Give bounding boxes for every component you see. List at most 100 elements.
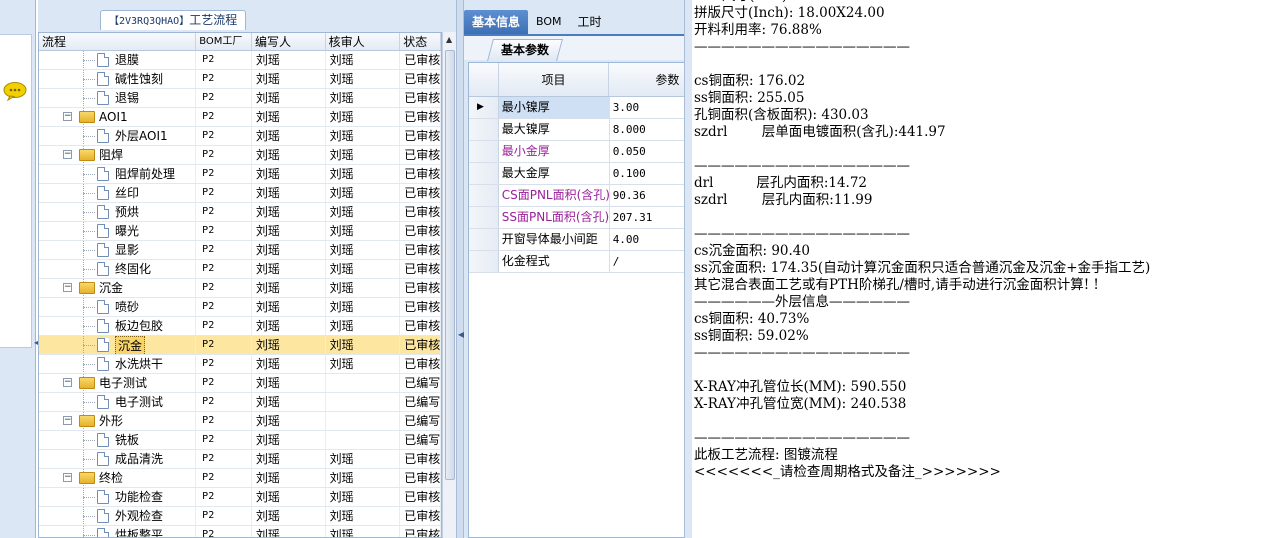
tree-node[interactable]: 预烘 xyxy=(39,203,197,221)
param-row[interactable]: 最大金厚 0.100 xyxy=(469,163,685,185)
param-value[interactable]: 207.31 xyxy=(610,207,685,228)
chat-bubble-icon[interactable] xyxy=(2,81,28,101)
tree-row[interactable]: 外层AOI1 P2 刘瑶 刘瑶 已审核 xyxy=(39,127,441,146)
tree-row[interactable]: 碱性蚀刻 P2 刘瑶 刘瑶 已审核 xyxy=(39,70,441,89)
process-flow-tab[interactable]: 【2V3RQ3QHAO】工艺流程 xyxy=(100,10,247,30)
tree-row[interactable]: − 电子测试 P2 刘瑶 已编写 xyxy=(39,374,441,393)
collapse-toggle-icon[interactable]: − xyxy=(63,112,72,121)
col-header-bom[interactable]: BOM工厂 xyxy=(196,33,252,50)
tree-row[interactable]: 沉金 P2 刘瑶 刘瑶 已审核 xyxy=(39,336,441,355)
row-header[interactable] xyxy=(469,229,499,250)
param-value[interactable]: / xyxy=(610,251,685,272)
tree-row[interactable]: 水洗烘干 P2 刘瑶 刘瑶 已审核 xyxy=(39,355,441,374)
tree-node[interactable]: 电子测试 xyxy=(39,393,197,411)
tree-row[interactable]: 预烘 P2 刘瑶 刘瑶 已审核 xyxy=(39,203,441,222)
tree-node[interactable]: 沉金 xyxy=(39,336,197,354)
tree-node[interactable]: 丝印 xyxy=(39,184,197,202)
tree-node[interactable]: − 阻焊 xyxy=(39,146,197,164)
param-value[interactable]: 8.000 xyxy=(610,119,685,140)
param-row[interactable]: CS面PNL面积(含孔) 90.36 xyxy=(469,185,685,207)
tree-scrollbar[interactable]: ▲ xyxy=(442,32,456,538)
col-header-value[interactable]: 参数 xyxy=(609,63,685,96)
param-row[interactable]: 开窗导体最小间距 4.00 xyxy=(469,229,685,251)
tree-node[interactable]: − 外形 xyxy=(39,412,197,430)
tree-row[interactable]: − 阻焊 P2 刘瑶 刘瑶 已审核 xyxy=(39,146,441,165)
tree-row[interactable]: 烘板整平 P2 刘瑶 刘瑶 已审核 xyxy=(39,526,441,537)
tree-row[interactable]: 电子测试 P2 刘瑶 已编写 xyxy=(39,393,441,412)
tree-node[interactable]: 喷砂 xyxy=(39,298,197,316)
param-value[interactable]: 0.100 xyxy=(610,163,685,184)
tab-bom[interactable]: BOM xyxy=(528,10,570,34)
row-header[interactable] xyxy=(469,163,499,184)
scroll-up-icon[interactable]: ▲ xyxy=(446,35,452,44)
row-header[interactable] xyxy=(469,119,499,140)
tree-row[interactable]: − 终检 P2 刘瑶 刘瑶 已审核 xyxy=(39,469,441,488)
tree-node[interactable]: 功能检查 xyxy=(39,488,197,506)
tree-node[interactable]: 烘板整平 xyxy=(39,526,197,537)
tree-row[interactable]: 曝光 P2 刘瑶 刘瑶 已审核 xyxy=(39,222,441,241)
tree-row[interactable]: − 外形 P2 刘瑶 已编写 xyxy=(39,412,441,431)
row-header[interactable]: ▶ xyxy=(469,97,499,118)
info-splitter[interactable] xyxy=(684,0,692,538)
tree-node[interactable]: − AOI1 xyxy=(39,108,197,126)
tree-row[interactable]: 阻焊前处理 P2 刘瑶 刘瑶 已审核 xyxy=(39,165,441,184)
param-row[interactable]: SS面PNL面积(含孔) 207.31 xyxy=(469,207,685,229)
param-row[interactable]: 化金程式 / xyxy=(469,251,685,273)
tree-node[interactable]: 碱性蚀刻 xyxy=(39,70,197,88)
tab-basic-params[interactable]: 基本参数 xyxy=(487,39,563,61)
tree-node[interactable]: 外观检查 xyxy=(39,507,197,525)
tree-node[interactable]: 成品清洗 xyxy=(39,450,197,468)
param-row[interactable]: 最小金厚 0.050 xyxy=(469,141,685,163)
tree-row[interactable]: 成品清洗 P2 刘瑶 刘瑶 已审核 xyxy=(39,450,441,469)
tree-row[interactable]: 功能检查 P2 刘瑶 刘瑶 已审核 xyxy=(39,488,441,507)
param-row[interactable]: 最大镍厚 8.000 xyxy=(469,119,685,141)
tree-node[interactable]: 显影 xyxy=(39,241,197,259)
collapse-toggle-icon[interactable]: − xyxy=(63,378,72,387)
tree-node[interactable]: 板边包胶 xyxy=(39,317,197,335)
tree-row[interactable]: − AOI1 P2 刘瑶 刘瑶 已审核 xyxy=(39,108,441,127)
param-row[interactable]: ▶ 最小镍厚 3.00 xyxy=(469,97,685,119)
tree-row[interactable]: 丝印 P2 刘瑶 刘瑶 已审核 xyxy=(39,184,441,203)
collapse-toggle-icon[interactable]: − xyxy=(63,150,72,159)
tree-row[interactable]: 铣板 P2 刘瑶 已编写 xyxy=(39,431,441,450)
tree-row[interactable]: 板边包胶 P2 刘瑶 刘瑶 已审核 xyxy=(39,317,441,336)
collapse-toggle-icon[interactable]: − xyxy=(63,283,72,292)
tree-row[interactable]: 退膜 P2 刘瑶 刘瑶 已审核 xyxy=(39,51,441,70)
tree-node[interactable]: 阻焊前处理 xyxy=(39,165,197,183)
param-value[interactable]: 90.36 xyxy=(610,185,685,206)
tree-row[interactable]: 终固化 P2 刘瑶 刘瑶 已审核 xyxy=(39,260,441,279)
scroll-thumb[interactable] xyxy=(445,50,455,480)
col-header-flow[interactable]: 流程 xyxy=(39,33,197,50)
collapse-toggle-icon[interactable]: − xyxy=(63,416,72,425)
tree-row[interactable]: 外观检查 P2 刘瑶 刘瑶 已审核 xyxy=(39,507,441,526)
tree-node[interactable]: 曝光 xyxy=(39,222,197,240)
row-header[interactable] xyxy=(469,185,499,206)
tree-node[interactable]: 水洗烘干 xyxy=(39,355,197,373)
tree-node[interactable]: 终固化 xyxy=(39,260,197,278)
tree-node[interactable]: 铣板 xyxy=(39,431,197,449)
tree-node[interactable]: − 电子测试 xyxy=(39,374,197,392)
tree-row[interactable]: 退锡 P2 刘瑶 刘瑶 已审核 xyxy=(39,89,441,108)
tree-node[interactable]: − 终检 xyxy=(39,469,197,487)
tab-work-hours[interactable]: 工时 xyxy=(570,10,610,34)
col-header-status[interactable]: 状态 xyxy=(400,33,441,50)
row-header[interactable] xyxy=(469,251,499,272)
row-header[interactable] xyxy=(469,141,499,162)
tab-basic-info[interactable]: 基本信息 xyxy=(464,10,529,34)
tree-node[interactable]: − 沉金 xyxy=(39,279,197,297)
row-header[interactable] xyxy=(469,207,499,228)
col-header-reviewer[interactable]: 核审人 xyxy=(326,33,401,50)
col-header-editor[interactable]: 编写人 xyxy=(252,33,326,50)
tree-row[interactable]: 喷砂 P2 刘瑶 刘瑶 已审核 xyxy=(39,298,441,317)
param-value[interactable]: 3.00 xyxy=(610,97,685,118)
collapse-toggle-icon[interactable]: − xyxy=(63,473,72,482)
tree-row[interactable]: − 沉金 P2 刘瑶 刘瑶 已审核 xyxy=(39,279,441,298)
panel-splitter[interactable]: ◀ xyxy=(456,0,464,538)
col-header-item[interactable]: 项目 xyxy=(499,63,610,96)
tree-node[interactable]: 退膜 xyxy=(39,51,197,69)
tree-node[interactable]: 外层AOI1 xyxy=(39,127,197,145)
tree-row[interactable]: 显影 P2 刘瑶 刘瑶 已审核 xyxy=(39,241,441,260)
param-value[interactable]: 0.050 xyxy=(610,141,685,162)
tree-node[interactable]: 退锡 xyxy=(39,89,197,107)
param-value[interactable]: 4.00 xyxy=(610,229,685,250)
